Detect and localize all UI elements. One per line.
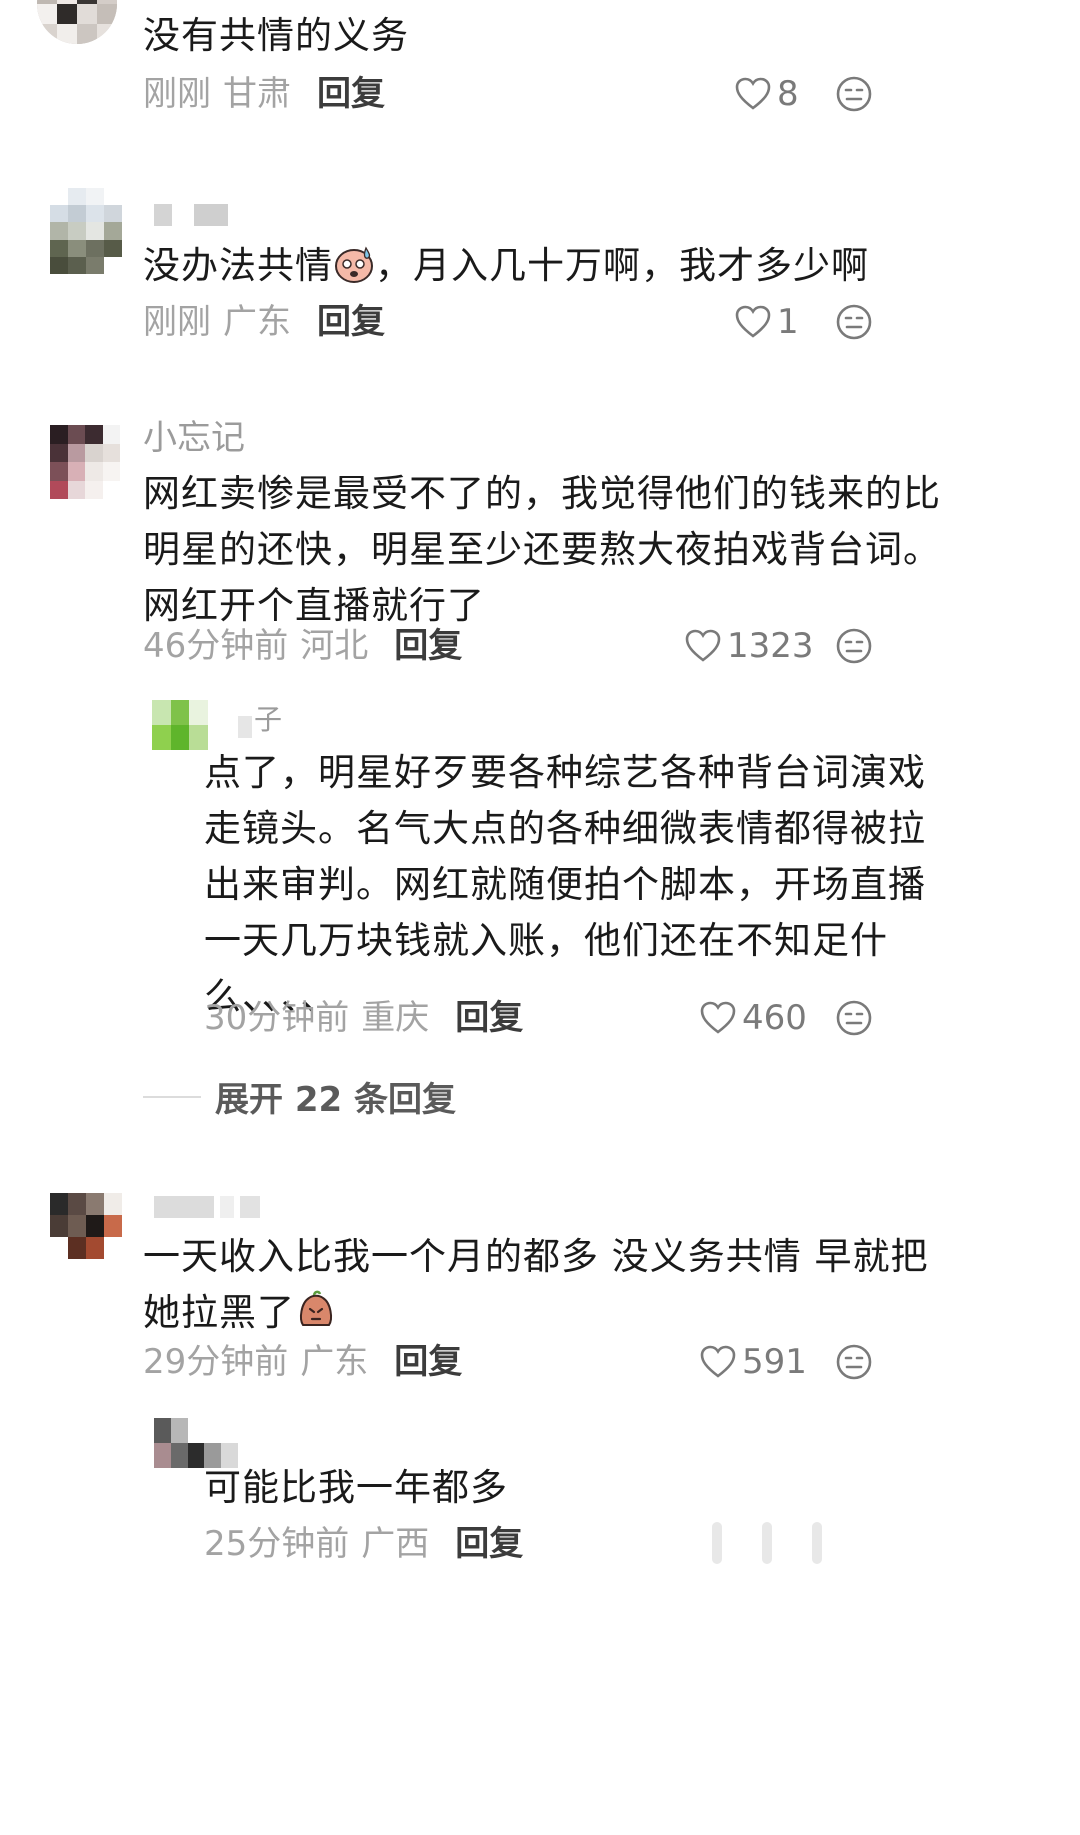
overlay-bar xyxy=(812,1522,822,1564)
neutral-face-icon[interactable] xyxy=(834,1342,874,1382)
expand-replies-button[interactable]: 展开 22 条回复 xyxy=(143,1072,456,1121)
heart-outline-icon xyxy=(735,305,771,338)
reply-user-name[interactable]: 子 xyxy=(254,698,282,742)
comment-time: 刚刚 xyxy=(143,302,211,342)
comment-text-part: 没办法共情 xyxy=(143,244,333,287)
comment-meta: 46分钟前 河北 回复 xyxy=(143,624,462,668)
like-count: 1 xyxy=(777,302,799,342)
like-count: 460 xyxy=(742,998,807,1038)
comment-text-line: 网红卖惨是最受不了的，我觉得他们的钱来的比 xyxy=(143,472,941,515)
reply-button[interactable]: 回复 xyxy=(394,1340,462,1384)
like-count: 1323 xyxy=(727,626,814,666)
like-count: 8 xyxy=(777,74,799,114)
reply-button[interactable]: 回复 xyxy=(317,300,385,344)
comment-text-line: 她拉黑了 xyxy=(143,1291,295,1334)
comment-meta: 29分钟前 广东 回复 xyxy=(143,1340,462,1384)
reply-text-line: 一天几万块钱就入账，他们还在不知足什 xyxy=(204,919,888,962)
overlay-bar xyxy=(762,1522,772,1564)
reply-button[interactable]: 回复 xyxy=(317,72,385,116)
comment-text-part: ，月入几十万啊，我才多少啊 xyxy=(375,244,869,287)
heart-outline-icon xyxy=(735,77,771,110)
comment-time: 刚刚 xyxy=(143,74,211,114)
comment-meta: 刚刚 甘肃 回复 xyxy=(143,72,385,116)
expand-divider xyxy=(143,1095,201,1098)
reply-avatar[interactable] xyxy=(152,700,208,750)
like-button[interactable]: 8 xyxy=(735,72,799,116)
comment-meta: 刚刚 广东 回复 xyxy=(143,300,385,344)
neutral-face-icon[interactable] xyxy=(834,74,874,114)
comment-time: 46分钟前 xyxy=(143,626,289,666)
user-name[interactable]: 小忘记 xyxy=(143,416,245,460)
neutral-face-icon[interactable] xyxy=(834,998,874,1038)
reply-user-name-blurred xyxy=(238,716,252,738)
reply-meta: 25分钟前 广西 回复 xyxy=(204,1522,523,1566)
comment-text: 没有共情的义务 xyxy=(143,14,409,57)
comment-location: 河北 xyxy=(300,626,369,666)
reply-button[interactable]: 回复 xyxy=(394,624,462,668)
bottom-overlay xyxy=(712,1516,852,1564)
comment-text-line: 明星的还快，明星至少还要熬大夜拍戏背台词。 xyxy=(143,528,941,571)
user-name-blurred[interactable] xyxy=(154,1196,260,1218)
reply-location: 广西 xyxy=(361,1524,430,1564)
like-button[interactable]: 591 xyxy=(700,1340,807,1384)
reply-text-line: 走镜头。名气大点的各种细微表情都得被拉 xyxy=(204,807,926,850)
angry-blob-emoji-icon xyxy=(300,1290,332,1326)
heart-outline-icon xyxy=(700,1001,736,1034)
reply-text: 点了，明星好歹要各种综艺各种背台词演戏 走镜头。名气大点的各种细微表情都得被拉 … xyxy=(204,745,926,1025)
sweat-face-emoji-icon xyxy=(335,246,373,283)
comment-location: 甘肃 xyxy=(223,74,291,114)
overlay-bar xyxy=(712,1522,722,1564)
reply-meta: 30分钟前 重庆 回复 xyxy=(204,996,523,1040)
reply-text: 可能比我一年都多 xyxy=(204,1466,508,1509)
comment-location: 广东 xyxy=(300,1342,369,1382)
neutral-face-icon[interactable] xyxy=(834,302,874,342)
comment-location: 广东 xyxy=(223,302,291,342)
reply-time: 30分钟前 xyxy=(204,998,350,1038)
comment-text: 网红卖惨是最受不了的，我觉得他们的钱来的比 明星的还快，明星至少还要熬大夜拍戏背… xyxy=(143,466,941,634)
comment-text: 没办法共情 ，月入几十万啊，我才多少啊 xyxy=(143,238,869,294)
user-name-blurred[interactable] xyxy=(154,204,228,226)
heart-outline-icon xyxy=(685,629,721,662)
reply-text-line: 出来审判。网红就随便拍个脚本，开场直播 xyxy=(204,863,926,906)
heart-outline-icon xyxy=(700,1345,736,1378)
like-button[interactable]: 1323 xyxy=(685,624,814,668)
like-button[interactable]: 460 xyxy=(700,996,807,1040)
reply-time: 25分钟前 xyxy=(204,1524,350,1564)
comment-time: 29分钟前 xyxy=(143,1342,289,1382)
reply-location: 重庆 xyxy=(361,998,430,1038)
reply-text-line: 点了，明星好歹要各种综艺各种背台词演戏 xyxy=(204,751,926,794)
comment-text-line: 一天收入比我一个月的都多 没义务共情 早就把 xyxy=(143,1235,929,1278)
avatar[interactable] xyxy=(37,0,117,44)
neutral-face-icon[interactable] xyxy=(834,626,874,666)
reply-button[interactable]: 回复 xyxy=(455,996,523,1040)
expand-replies-label[interactable]: 展开 22 条回复 xyxy=(215,1072,456,1121)
reply-button[interactable]: 回复 xyxy=(455,1522,523,1566)
avatar[interactable] xyxy=(50,425,120,499)
comment-text: 一天收入比我一个月的都多 没义务共情 早就把 她拉黑了 xyxy=(143,1229,929,1341)
like-count: 591 xyxy=(742,1342,807,1382)
avatar[interactable] xyxy=(50,188,122,274)
avatar[interactable] xyxy=(50,1193,122,1259)
like-button[interactable]: 1 xyxy=(735,300,799,344)
